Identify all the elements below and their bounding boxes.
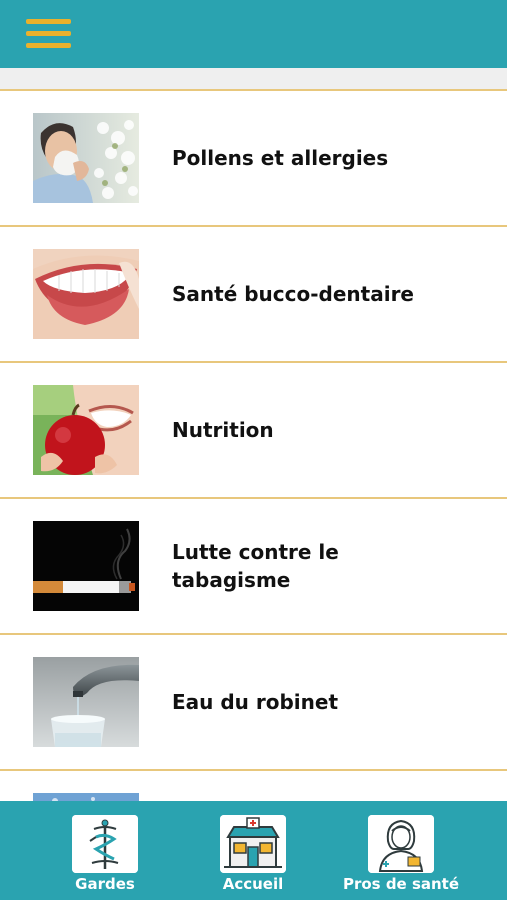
nav-label: Pros de santé bbox=[342, 875, 460, 893]
smiling-teeth-photo bbox=[33, 249, 139, 339]
person-sneezing-photo bbox=[33, 113, 139, 203]
pharmacy-storefront-icon bbox=[220, 815, 286, 873]
list-item-label: Pollens et allergies bbox=[172, 146, 389, 170]
list-item-lutte-tabagisme[interactable]: Lutte contre le tabagisme bbox=[0, 497, 507, 633]
list-item-sante-bucco-dentaire[interactable]: Santé bucco-dentaire bbox=[0, 225, 507, 361]
nav-label: Accueil bbox=[222, 875, 284, 893]
sub-header-strip bbox=[0, 68, 507, 90]
list-item-partial[interactable] bbox=[0, 769, 507, 801]
list-item-label: Santé bucco-dentaire bbox=[172, 282, 414, 306]
list-item-eau-du-robinet[interactable]: Eau du robinet bbox=[0, 633, 507, 769]
top-app-bar bbox=[0, 0, 507, 68]
apple-bite-photo bbox=[33, 385, 139, 475]
list-item-label: Lutte contre le tabagisme bbox=[172, 499, 472, 633]
nurse-icon bbox=[368, 815, 434, 873]
list-item-label-text: Lutte contre le tabagisme bbox=[172, 540, 339, 592]
bottom-navigation: Gardes Accueil Pros de santé bbox=[0, 801, 507, 900]
nav-accueil-button[interactable]: Accueil bbox=[193, 815, 313, 895]
list-item-label: Eau du robinet bbox=[172, 690, 339, 714]
nav-pros-de-sante-button[interactable]: Pros de santé bbox=[341, 815, 461, 895]
topics-list[interactable]: Pollens et allergies Santé bucco-dentair… bbox=[0, 89, 507, 801]
cigarette-smoke-photo bbox=[33, 521, 139, 611]
list-item-pollens[interactable]: Pollens et allergies bbox=[0, 89, 507, 225]
caduceus-icon bbox=[72, 815, 138, 873]
nav-gardes-button[interactable]: Gardes bbox=[45, 815, 165, 895]
list-item-label: Nutrition bbox=[172, 418, 274, 442]
tap-water-photo bbox=[33, 657, 139, 747]
hamburger-menu-icon[interactable] bbox=[26, 16, 72, 52]
nav-label: Gardes bbox=[75, 875, 135, 893]
partial-photo bbox=[33, 793, 139, 801]
list-item-nutrition[interactable]: Nutrition bbox=[0, 361, 507, 497]
